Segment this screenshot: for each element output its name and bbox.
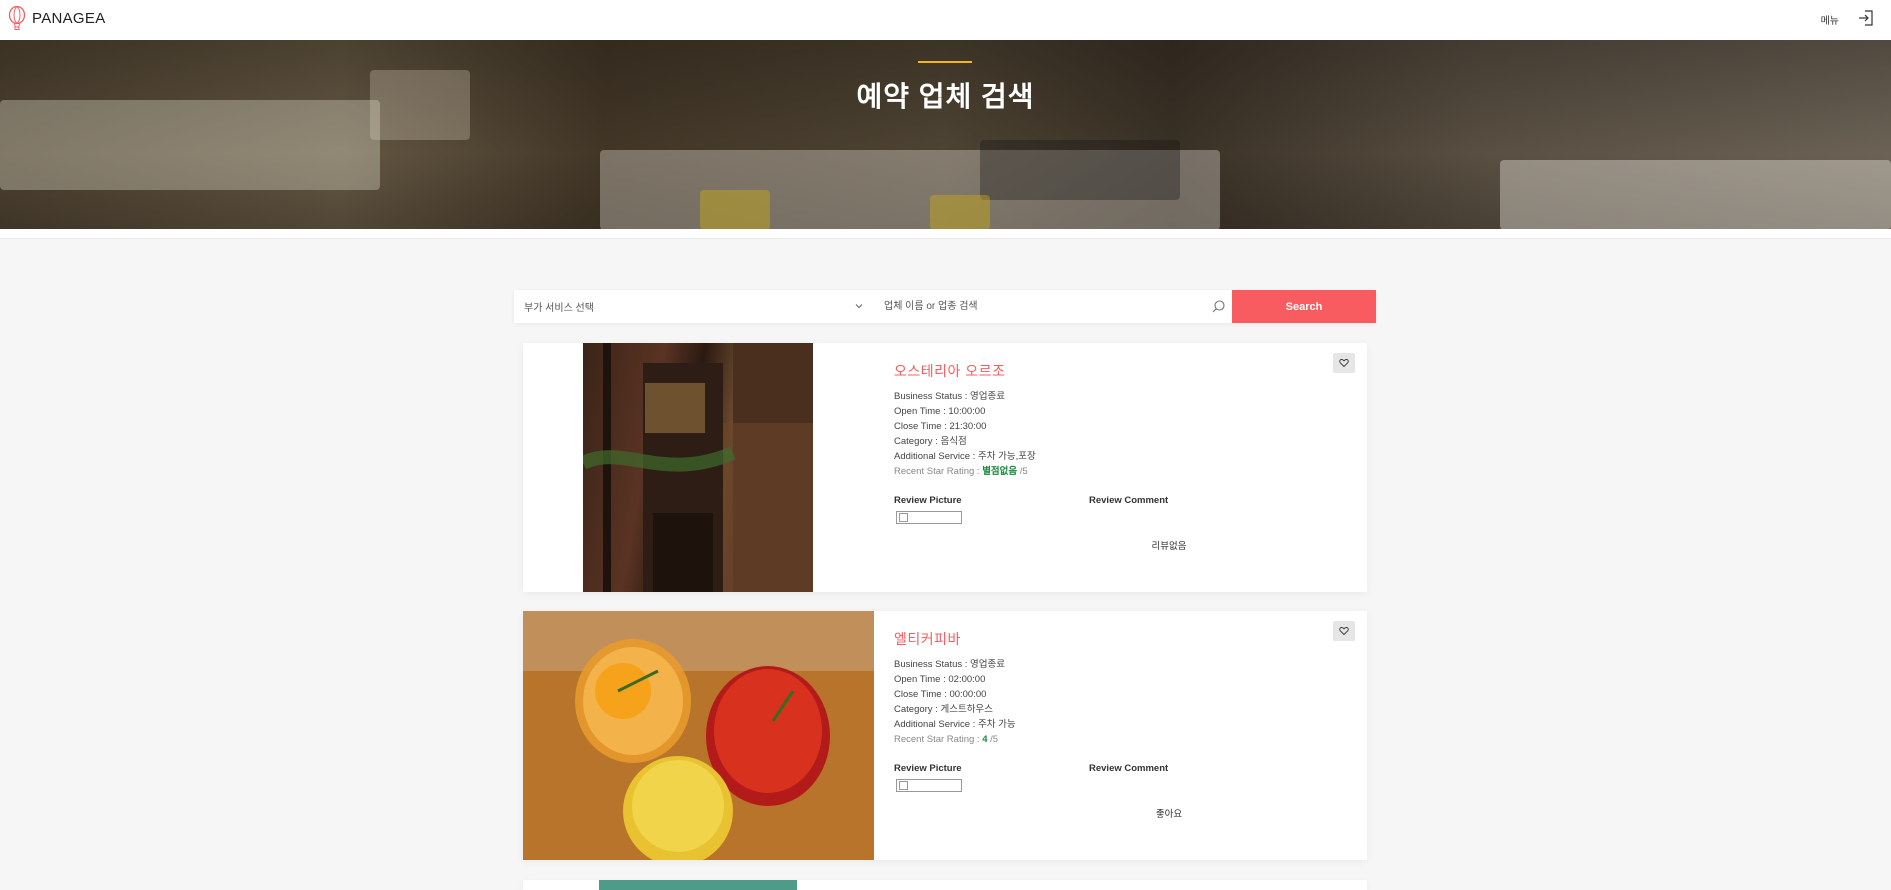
heart-icon xyxy=(1339,359,1349,368)
business-photo[interactable] xyxy=(523,611,874,860)
open-time: Open Time : 10:00:00 xyxy=(894,404,1324,419)
additional-service-label: Additional Service : xyxy=(894,451,978,462)
favorite-button[interactable] xyxy=(1333,353,1355,373)
close-time-value: 21:30:00 xyxy=(949,421,987,432)
review-picture-label: Review Picture xyxy=(894,495,962,506)
business-name[interactable]: 엘티커피바 xyxy=(894,629,1324,649)
hero-accent-line xyxy=(918,61,972,63)
business-card[interactable]: 오스테리아 오르조 Business Status : 영업종료 Open Ti… xyxy=(523,343,1367,592)
review-comment-text: 좋아요 xyxy=(1155,809,1183,820)
review-comment-label: Review Comment xyxy=(1089,763,1169,774)
close-time: Close Time : 00:00:00 xyxy=(894,687,1324,702)
close-time-label: Close Time : xyxy=(894,421,950,432)
category-label: Category : xyxy=(894,436,941,447)
review-picture-label: Review Picture xyxy=(894,763,962,774)
close-time-value: 00:00:00 xyxy=(949,689,987,700)
open-time-label: Open Time : xyxy=(894,406,949,417)
review-comment-label: Review Comment xyxy=(1089,495,1169,506)
business-status-value: 영업종료 xyxy=(970,391,1006,402)
rating-suffix: /5 xyxy=(987,734,999,745)
favorite-button[interactable] xyxy=(1333,621,1355,641)
rating-label: Recent Star Rating : xyxy=(894,734,983,745)
search-icon[interactable] xyxy=(1211,299,1226,314)
business-card[interactable]: 엘티커피바 Business Status : 영업종료 Open Time :… xyxy=(523,611,1367,860)
broken-image-icon xyxy=(899,781,908,790)
service-select-value: 부가 서비스 선택 xyxy=(524,303,594,314)
business-status: Business Status : 영업종료 xyxy=(894,657,1324,672)
category: Category : 게스트하우스 xyxy=(894,702,1324,717)
open-time-value: 10:00:00 xyxy=(948,406,986,417)
recent-star-rating: Recent Star Rating : 4 /5 xyxy=(894,732,1324,747)
category: Category : 음식점 xyxy=(894,434,1324,449)
additional-service-value: 주차 가능,포장 xyxy=(977,451,1036,462)
open-time-value: 02:00:00 xyxy=(948,674,986,685)
business-status-label: Business Status : xyxy=(894,659,971,670)
rating-suffix: /5 xyxy=(1017,466,1028,477)
open-time-label: Open Time : xyxy=(894,674,949,685)
rating-value: 별점없음 xyxy=(982,466,1018,477)
hero-banner: 예약 업체 검색 xyxy=(0,40,1891,229)
top-navbar: PANAGEA 메뉴 xyxy=(0,0,1891,40)
additional-service-label: Additional Service : xyxy=(894,719,978,730)
search-input[interactable] xyxy=(876,290,1210,323)
logo-text: PANAGEA xyxy=(32,9,106,27)
review-picture-thumbnail[interactable] xyxy=(896,779,962,792)
business-status-value: 영업종료 xyxy=(970,659,1006,670)
heart-icon xyxy=(1339,627,1349,636)
close-time: Close Time : 21:30:00 xyxy=(894,419,1324,434)
search-bar: 부가 서비스 선택 Search xyxy=(514,290,1376,323)
business-status-label: Business Status : xyxy=(894,391,971,402)
menu-button[interactable]: 메뉴 xyxy=(1821,12,1839,27)
search-button[interactable]: Search xyxy=(1232,290,1376,323)
review-comment-text: 리뷰없음 xyxy=(1151,541,1187,552)
hero-divider xyxy=(0,229,1891,239)
business-status: Business Status : 영업종료 xyxy=(894,389,1324,404)
business-photo[interactable] xyxy=(583,343,813,592)
category-value: 음식점 xyxy=(940,436,967,447)
business-photo[interactable] xyxy=(599,880,797,890)
close-time-label: Close Time : xyxy=(894,689,950,700)
additional-service-value: 주차 가능 xyxy=(977,719,1016,730)
chevron-down-icon[interactable] xyxy=(854,301,864,311)
open-time: Open Time : 02:00:00 xyxy=(894,672,1324,687)
broken-image-icon xyxy=(899,513,908,522)
service-select[interactable]: 부가 서비스 선택 xyxy=(514,290,866,323)
balloon-logo-icon xyxy=(8,6,26,30)
category-label: Category : xyxy=(894,704,941,715)
page-title: 예약 업체 검색 xyxy=(856,81,1035,112)
login-icon[interactable] xyxy=(1857,9,1875,27)
category-value: 게스트하우스 xyxy=(940,704,993,715)
review-picture-thumbnail[interactable] xyxy=(896,511,962,524)
additional-service: Additional Service : 주차 가능,포장 xyxy=(894,449,1324,464)
additional-service: Additional Service : 주차 가능 xyxy=(894,717,1324,732)
rating-label: Recent Star Rating : xyxy=(894,466,983,477)
business-name[interactable]: 오스테리아 오르조 xyxy=(894,361,1324,381)
recent-star-rating: Recent Star Rating : 별점없음 /5 xyxy=(894,464,1324,479)
logo[interactable]: PANAGEA xyxy=(8,6,106,30)
business-card[interactable] xyxy=(523,880,1367,890)
